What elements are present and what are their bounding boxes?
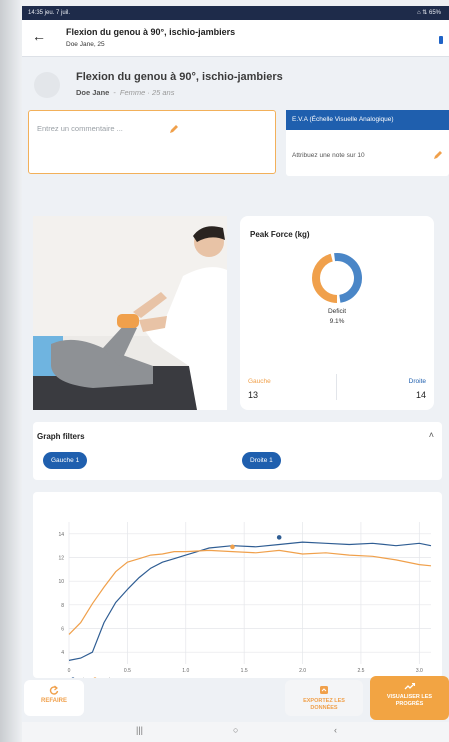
force-graph-card: 0 0.5 1.0 1.5 2.0 2.5 3.0 4 6 8 10 12 14 Droite Gauche [33,492,442,678]
exercise-header: Flexion du genou à 90°, ischio-jambiers … [22,58,449,110]
peak-force-card: Peak Force (kg) Deficit 9.1% Gauche 13 D… [240,216,434,410]
status-bar: 14:35 jeu. 7 juil. ⌂ ⇅ 65% [22,6,449,20]
exercise-photo [33,216,227,410]
home-icon[interactable]: ○ [233,725,238,735]
legend-label-gauche: Gauche [98,677,114,678]
trend-up-icon [404,682,415,690]
tablet-screen: 14:35 jeu. 7 juil. ⌂ ⇅ 65% ← Flexion du … [22,6,449,742]
legend-label-droite: Droite [76,677,89,678]
recent-apps-icon[interactable]: ||| [136,725,143,735]
comment-input[interactable]: Entrez un commentaire ... [28,110,276,174]
peak-force-title: Peak Force (kg) [250,230,310,239]
system-nav-bar: ||| ○ ‹ [22,722,449,742]
export-data-button[interactable]: EXPORTEZ LES DONNÉES [285,680,363,716]
legend-swatch-gauche [93,677,97,678]
eva-title: E.V.A (Échelle Visuelle Analogique) [286,110,449,130]
exercise-title: Flexion du genou à 90°, ischio-jambiers [76,71,283,83]
x-tick-label: 1.5 [241,668,248,674]
progress-label-line1: VISUALISER LES [386,694,433,700]
patient-info: Doe Jane - Femme · 25 ans [76,88,174,97]
x-tick-label: 2.0 [299,668,306,674]
patient-meta: Femme · 25 ans [119,88,175,97]
force-line-chart: 0 0.5 1.0 1.5 2.0 2.5 3.0 4 6 8 10 12 14 Droite Gauche [58,522,432,678]
deficit-value: 9.1% [329,318,345,325]
series-line-gauche [68,549,432,635]
status-icons: ⌂ ⇅ 65% [417,10,441,16]
progress-label-line2: PROGRÈS [395,701,424,707]
x-tick-label: 0.5 [124,668,131,674]
x-tick-label: 2.5 [357,668,364,674]
action-bar: REFAIRE EXPORTEZ LES DONNÉES VISUALISER … [22,676,449,720]
app-bar-title: Flexion du genou à 90°, ischio-jambiers [66,27,236,37]
y-tick-label: 4 [61,650,64,656]
app-bar: ← Flexion du genou à 90°, ischio-jambier… [22,20,449,57]
divider [336,374,337,400]
comment-placeholder: Entrez un commentaire ... [37,124,123,133]
eva-card: E.V.A (Échelle Visuelle Analogique) Attr… [286,110,449,176]
eva-rate-prompt[interactable]: Attribuez une note sur 10 [292,152,365,159]
filter-chip-droite[interactable]: Droite 1 [242,452,281,469]
app-bar-subtitle: Doe Jane, 25 [66,41,105,48]
back-arrow-icon[interactable]: ← [32,28,46,44]
chevron-up-icon[interactable]: ˄ [429,430,434,440]
right-side-value: 14 [415,390,426,400]
y-tick-label: 12 [58,556,64,562]
series-marker-droite [276,535,282,540]
left-side-value: 13 [248,390,259,400]
status-time: 14:35 jeu. 7 juil. [28,10,71,16]
y-tick-label: 10 [58,579,64,585]
deficit-label: Deficit [327,308,347,315]
redo-label: REFAIRE [40,698,67,704]
redo-button[interactable]: REFAIRE [24,680,84,716]
series-line-droite [68,541,432,661]
deficit-donut [312,253,362,303]
y-tick-label: 14 [58,532,64,538]
x-tick-label: 1.0 [182,668,189,674]
y-tick-label: 8 [61,603,64,609]
avatar [34,72,60,98]
legend-swatch-droite [71,677,75,678]
series-marker-gauche [230,544,235,550]
graph-filters-title: Graph filters [37,432,85,441]
x-tick-label: 3.0 [416,668,423,674]
right-side-label: Droite [408,378,426,385]
patient-separator: - [113,88,116,97]
x-tick-label: 0 [68,668,71,674]
nav-back-icon[interactable]: ‹ [334,725,337,735]
bookmark-icon[interactable] [439,36,443,44]
export-icon [320,686,328,694]
patient-name: Doe Jane [76,88,110,97]
pencil-icon[interactable] [433,150,443,160]
view-progress-button[interactable]: VISUALISER LES PROGRÈS [370,676,449,720]
redo-icon [49,685,59,695]
left-side-label: Gauche [248,378,271,385]
pencil-icon[interactable] [169,124,179,134]
filter-chip-gauche[interactable]: Gauche 1 [43,452,88,469]
y-tick-label: 6 [61,627,64,633]
export-label-line2: DONNÉES [310,705,338,711]
graph-filters: Graph filters ˄ Gauche 1 Droite 1 [33,422,442,480]
export-label-line1: EXPORTEZ LES [303,698,345,704]
